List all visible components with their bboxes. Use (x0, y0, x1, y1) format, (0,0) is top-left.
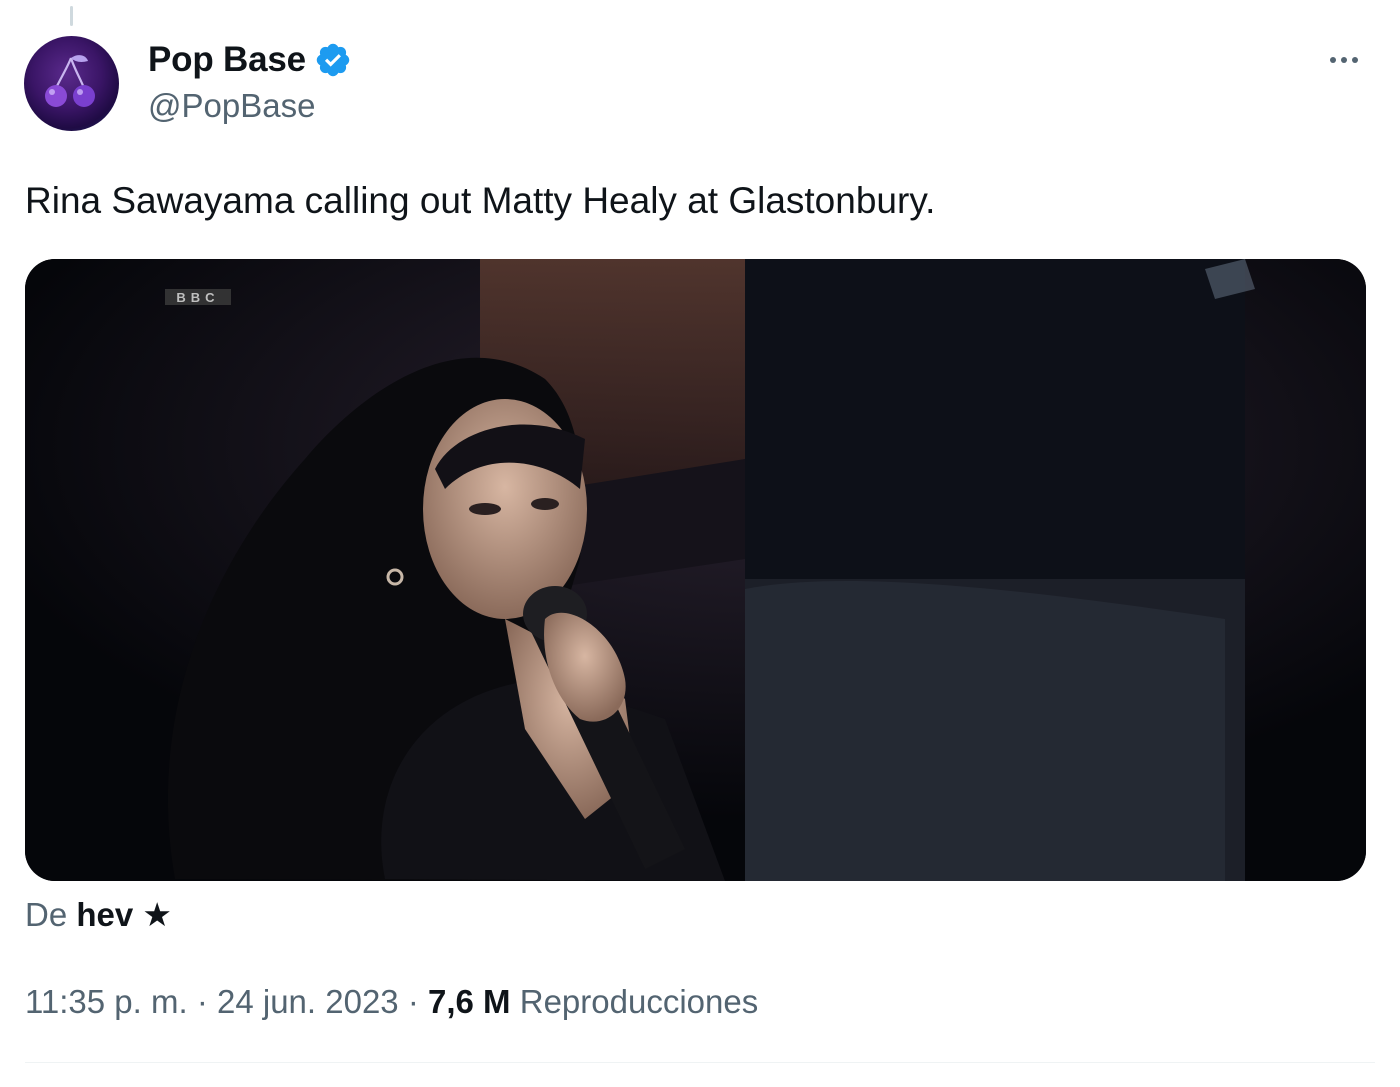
author-display-name[interactable]: Pop Base (148, 40, 306, 80)
broadcaster-watermark: BBC (176, 290, 219, 305)
author-handle[interactable]: @PopBase (148, 87, 315, 125)
meta-separator: · (196, 983, 208, 1020)
tweet-date[interactable]: 24 jun. 2023 (217, 983, 399, 1020)
tweet-text: Rina Sawayama calling out Matty Healy at… (25, 180, 936, 221)
more-dot-icon (1330, 57, 1336, 63)
author-name-row: Pop Base (148, 38, 352, 82)
attribution-source-link[interactable]: hev (76, 896, 133, 933)
more-dot-icon (1341, 57, 1347, 63)
meta-separator: · (407, 983, 419, 1020)
views-count: 7,6 M (428, 983, 511, 1020)
tweet-metadata: 11:35 p. m. · 24 jun. 2023 · 7,6 M Repro… (25, 980, 758, 1024)
attribution-prefix: De (25, 896, 68, 933)
divider (25, 1062, 1375, 1063)
tweet-time[interactable]: 11:35 p. m. (25, 983, 188, 1020)
more-dot-icon (1352, 57, 1358, 63)
verified-badge-icon[interactable] (314, 41, 352, 79)
cherries-icon (45, 55, 95, 107)
thread-connector-line (70, 6, 73, 26)
more-options-button[interactable] (1322, 42, 1366, 78)
video-attribution: De hev ★ (25, 893, 172, 937)
avatar[interactable] (24, 36, 119, 131)
tweet-video[interactable]: BBC (25, 259, 1366, 881)
tweet-card: Pop Base @PopBase Rina Sawayama calling … (0, 0, 1400, 1087)
star-icon: ★ (142, 896, 172, 933)
views-label: Reproducciones (519, 983, 759, 1020)
